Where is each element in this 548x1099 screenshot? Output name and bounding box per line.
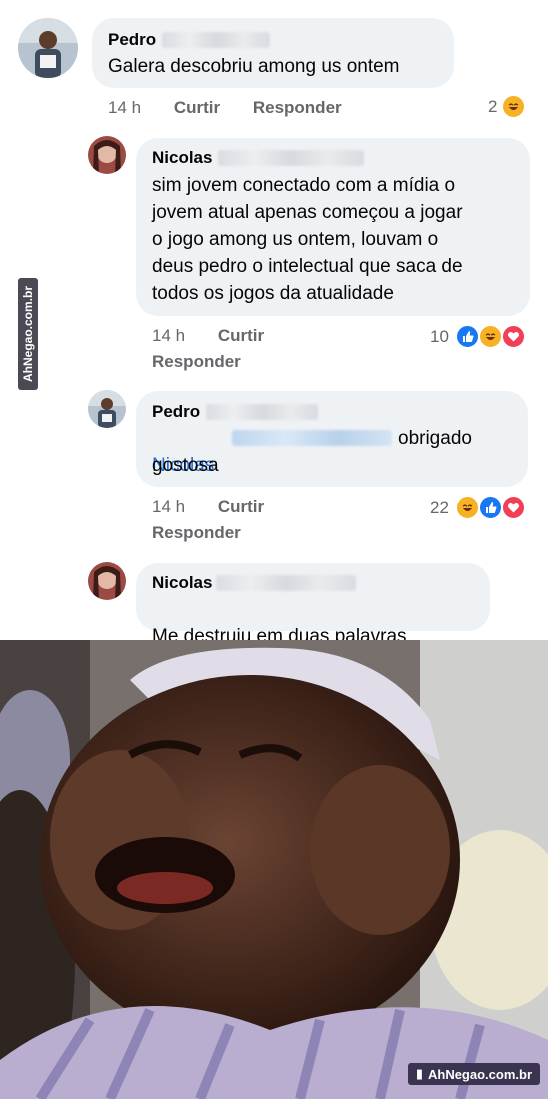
reaction-summary[interactable]: 10	[430, 324, 526, 349]
haha-reaction-icon	[477, 324, 503, 349]
watermark-bottom: ▮ AhNegao.com.br	[407, 1063, 540, 1085]
laughing-boy-image	[0, 640, 548, 1099]
avatar-nicolas[interactable]	[88, 136, 126, 174]
love-reaction-icon	[500, 324, 526, 349]
redacted-surname	[216, 575, 356, 591]
comment-actions: 14 h Curtir	[152, 326, 264, 346]
reaction-count: 2	[488, 96, 498, 116]
like-reaction-icon	[477, 495, 503, 520]
watermark-side: AhNegao.com.br	[18, 278, 38, 390]
comment-text: Galera descobriu among us ontem	[108, 56, 400, 77]
reaction-summary[interactable]: 2	[488, 94, 527, 119]
comment-actions: 14 h Curtir Responder	[108, 98, 342, 118]
reply-button[interactable]: Responder	[152, 523, 241, 543]
watermark-bottom-text: AhNegao.com.br	[427, 1066, 532, 1082]
watermark-logo-icon: ▮	[415, 1066, 423, 1081]
comment-author[interactable]: Pedro	[152, 402, 200, 422]
redacted-surname	[218, 150, 364, 166]
comment-actions: 14 h Curtir	[152, 497, 264, 517]
reply-button[interactable]: Responder	[152, 352, 241, 372]
comment-text: obrigado	[398, 428, 472, 449]
reaction-photo: ▮ AhNegao.com.br	[0, 640, 548, 1099]
watermark-side-text: AhNegao.com.br	[21, 285, 35, 383]
redacted-surname	[162, 32, 270, 48]
comment-text: gostosa	[152, 455, 219, 476]
redacted-mention-surname	[232, 430, 392, 446]
reaction-count: 10	[430, 326, 449, 346]
comment-time[interactable]: 14 h	[108, 98, 141, 117]
avatar-pedro[interactable]	[88, 390, 126, 428]
reply-button[interactable]: Responder	[253, 98, 342, 117]
reaction-summary[interactable]: 22	[430, 495, 526, 520]
haha-reaction-icon	[454, 495, 480, 520]
like-reaction-icon	[454, 324, 480, 349]
redacted-surname	[206, 404, 318, 420]
avatar-pedro[interactable]	[18, 18, 78, 78]
avatar-nicolas[interactable]	[88, 562, 126, 600]
love-reaction-icon	[500, 495, 526, 520]
haha-reaction-icon	[501, 94, 527, 119]
comment-time[interactable]: 14 h	[152, 497, 185, 516]
like-button[interactable]: Curtir	[218, 326, 264, 345]
comment-text: sim jovem conectado com a mídia o jovem …	[152, 175, 463, 304]
comment-author[interactable]: Nicolas	[152, 148, 212, 168]
comment-thread: Pedro Galera descobriu among us ontem 14…	[0, 0, 548, 674]
like-button[interactable]: Curtir	[174, 98, 220, 117]
comment-time[interactable]: 14 h	[152, 326, 185, 345]
like-button[interactable]: Curtir	[218, 497, 264, 516]
reaction-count: 22	[430, 497, 449, 517]
comment-author[interactable]: Pedro	[108, 30, 156, 50]
comment-author[interactable]: Nicolas	[152, 573, 212, 593]
